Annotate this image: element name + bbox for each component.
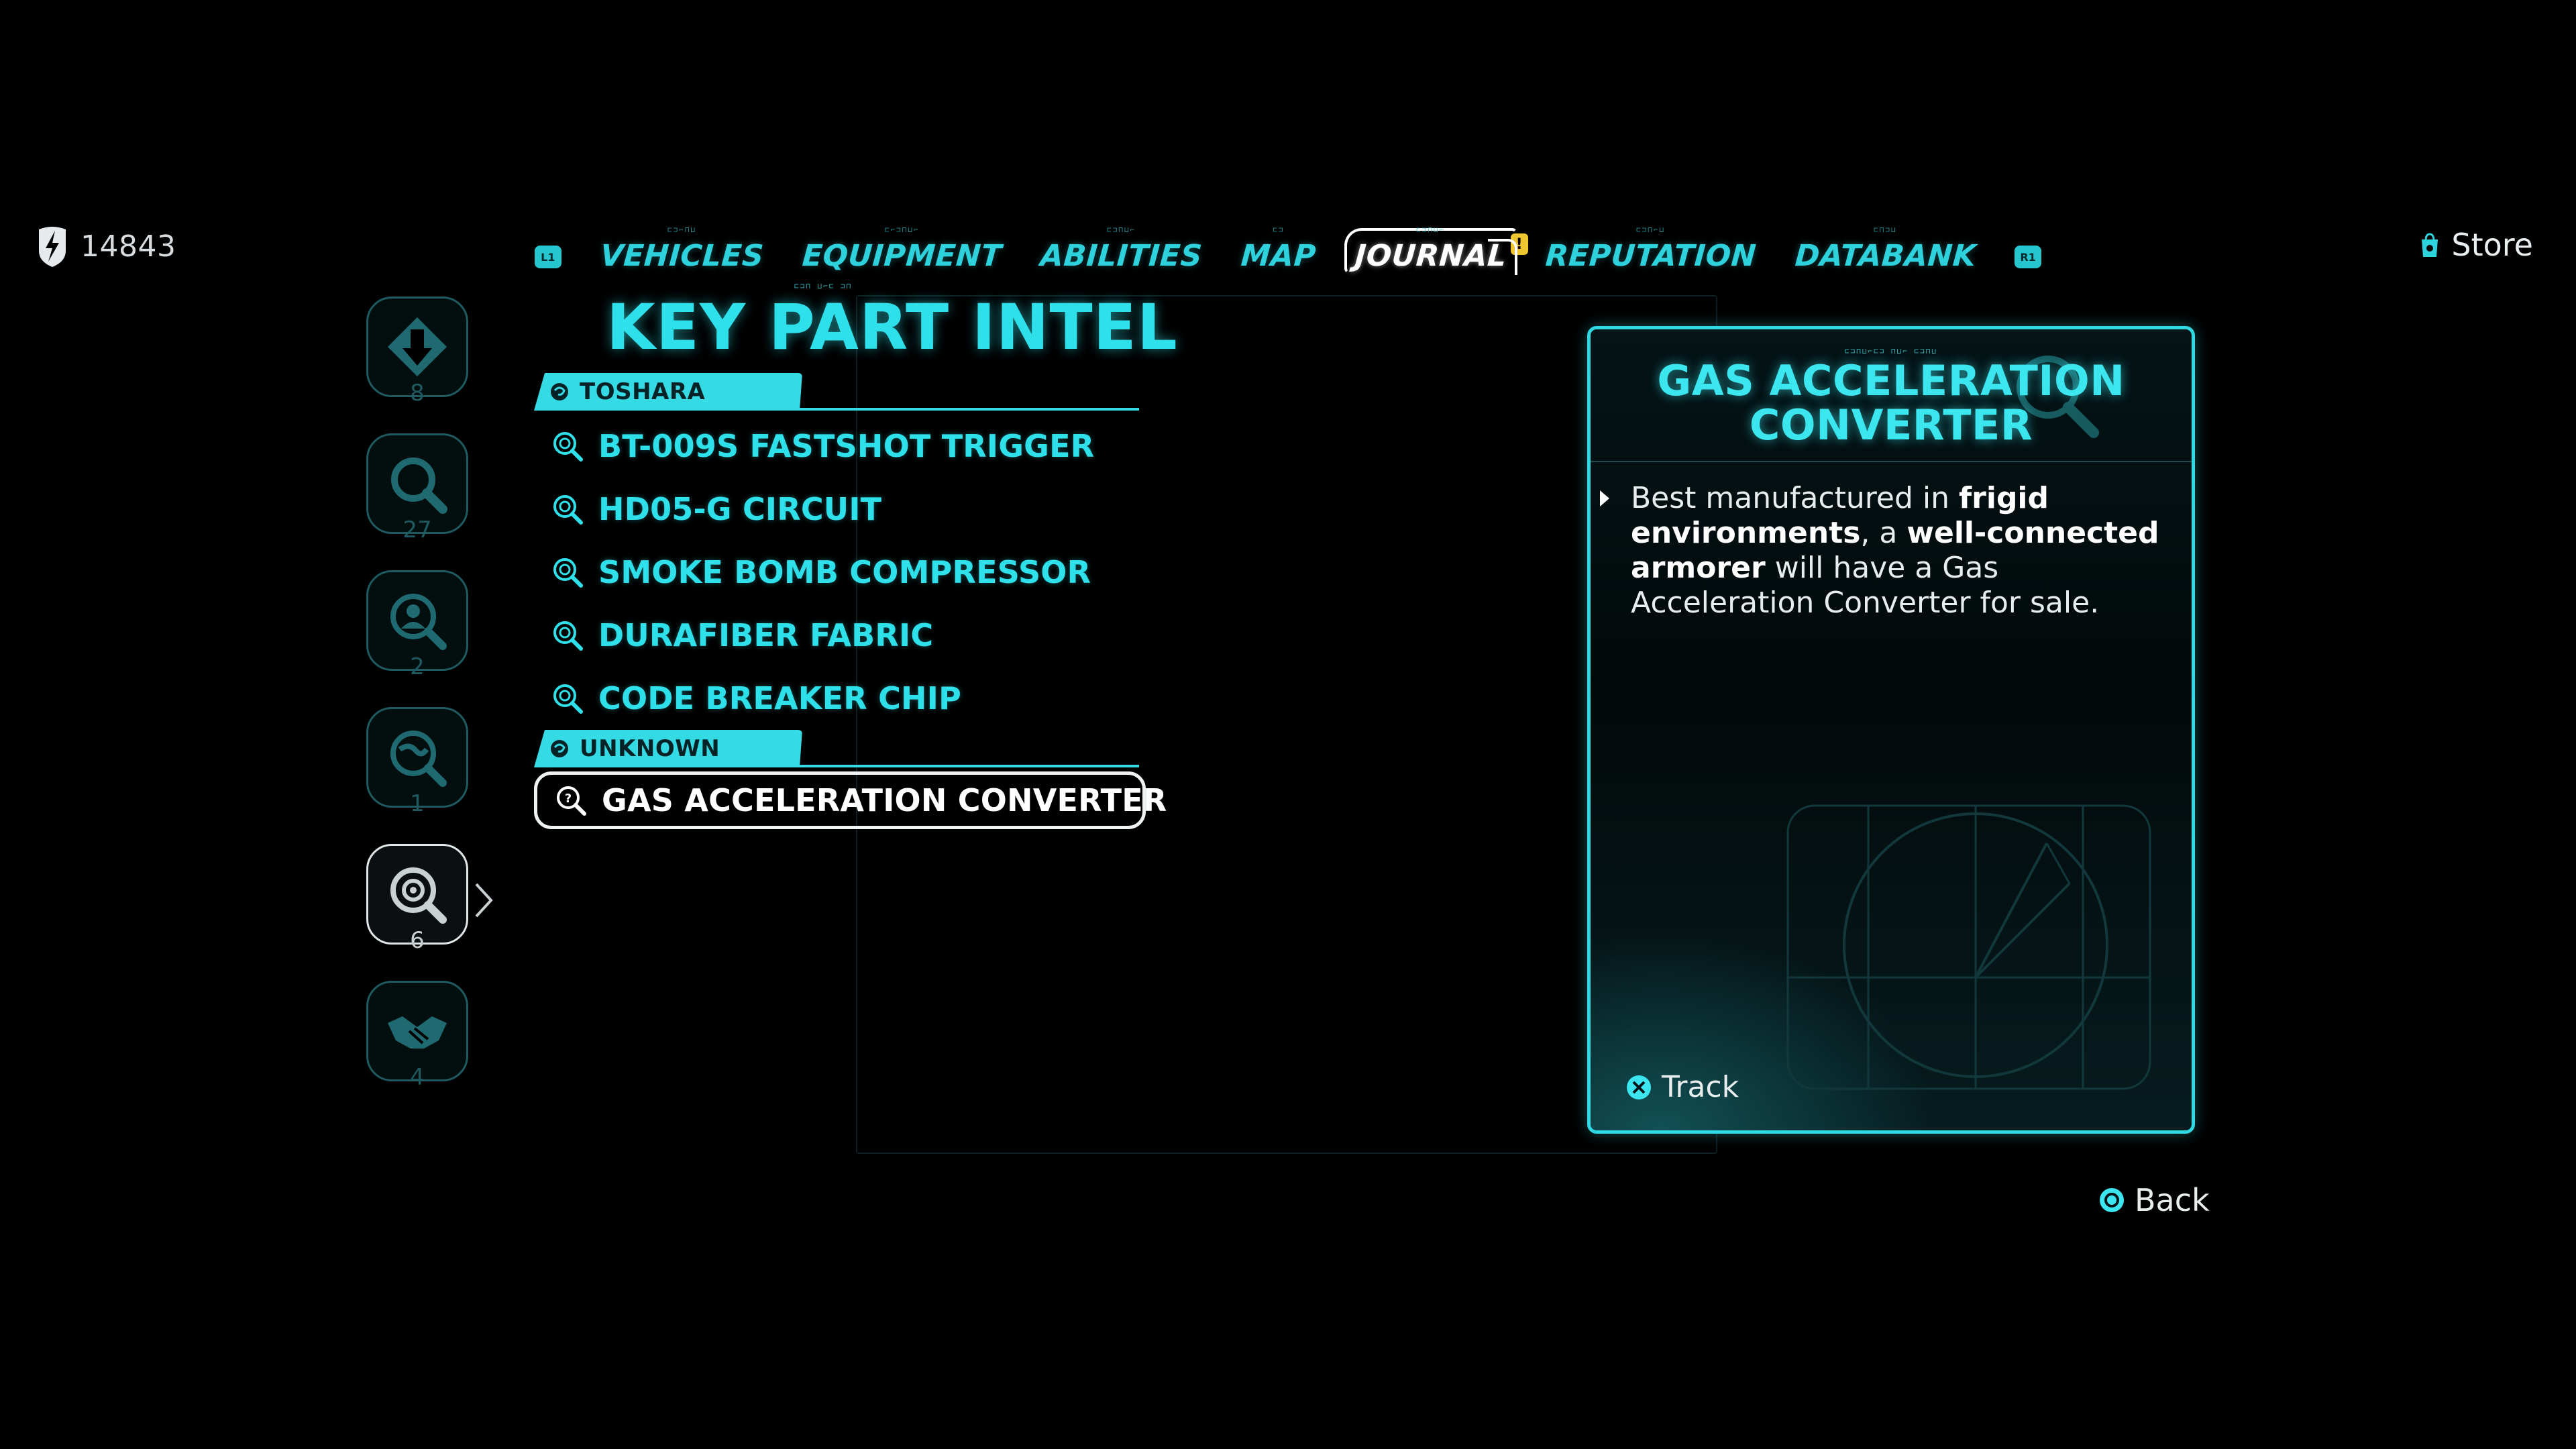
unknown-part-search-icon: ? [557, 786, 586, 816]
tab-glyph: ⊏⊐⌐⊓⊔ [667, 225, 697, 234]
rail-count: 6 [410, 927, 425, 954]
item-label: SMOKE BOMB COMPRESSOR [598, 554, 1091, 590]
tab-label: DATABANK [1793, 239, 1977, 273]
person-search-icon [390, 594, 447, 650]
group-header-unknown: UNKNOWN [534, 730, 1144, 767]
list-item[interactable]: CODE BREAKER CHIP [534, 667, 1144, 730]
rail-count: 1 [410, 790, 425, 817]
list-item[interactable]: DURAFIBER FABRIC [534, 604, 1144, 667]
tab-label: ABILITIES [1039, 239, 1204, 273]
group-label: UNKNOWN [580, 735, 720, 762]
tab-databank[interactable]: ⊏⊓⊐⊔ DATABANK [1793, 225, 1977, 275]
detail-panel: ⊏⊐⊓⊔⌐⊏⊐ ⊓⊔⌐ ⊏⊐⊓⊔ GAS ACCELERATION CONVER… [1587, 326, 2195, 1134]
rail-count: 8 [410, 380, 425, 407]
tab-label: VEHICLES [599, 239, 765, 273]
tab-glyph: ⊏⊓⊐⊔ [1874, 225, 1897, 234]
rail-item-places[interactable]: 1 [364, 704, 471, 841]
group-tab: UNKNOWN [534, 730, 802, 767]
part-search-icon [553, 432, 583, 462]
group-header-toshara: TOSHARA [534, 373, 1144, 411]
bullet-arrow-icon [1600, 490, 1609, 506]
tab-label: REPUTATION [1544, 239, 1758, 273]
planet-icon [551, 740, 568, 757]
rail-count: 4 [410, 1064, 425, 1091]
tab-label: EQUIPMENT [801, 239, 1004, 273]
detail-title-line1: GAS ACCELERATION [1657, 356, 2125, 405]
rail-item-people[interactable]: 2 [364, 568, 471, 704]
list-item[interactable]: SMOKE BOMB COMPRESSOR [534, 541, 1144, 604]
search-icon [391, 458, 447, 514]
detail-title-line2: CONVERTER [1749, 400, 2033, 449]
panel-divider [1591, 461, 2192, 462]
tab-glyph: ⊏⊐⊓⊔⌐ [1107, 225, 1136, 234]
rail-item-key-parts[interactable]: 6 [364, 841, 493, 978]
tab-reputation[interactable]: ⊏⊐⊓⌐⊔ REPUTATION [1544, 225, 1758, 275]
tab-journal[interactable]: ⊏⊐⊓⊔⌐ JOURNAL ! [1344, 225, 1528, 275]
item-label: CODE BREAKER CHIP [598, 680, 961, 716]
cross-button-icon [1627, 1075, 1651, 1099]
page-title: KEY PART INTEL [606, 291, 1178, 364]
handshake-icon [388, 1016, 447, 1049]
tab-equipment[interactable]: ⊏⌐⊐⊓⊔⌐ EQUIPMENT [801, 225, 1004, 275]
category-rail: 8 27 2 1 6 4 [364, 294, 493, 1115]
tab-label: MAP [1240, 239, 1318, 273]
detail-description: Best manufactured in frigid environments… [1600, 481, 2161, 621]
page-title-wrap: ⊏⊐⊓ ⊔⌐⊏ ⊐⊓ KEY PART INTEL [606, 282, 1177, 364]
item-label: HD05-G CIRCUIT [598, 491, 882, 527]
group-divider [796, 408, 1139, 411]
chevron-right-icon [475, 883, 493, 918]
title-glyph: ⊏⊐⊓ ⊔⌐⊏ ⊐⊓ [794, 282, 853, 290]
part-search-icon [390, 867, 447, 924]
tab-glyph: ⊏⊐⊓⌐⊔ [1636, 225, 1666, 234]
svg-text:?: ? [565, 792, 572, 806]
tab-glyph: ⊏⊐⊓⊔⌐ [1416, 225, 1446, 234]
alert-badge: ! [1510, 233, 1528, 255]
store-button[interactable]: Store [2418, 227, 2533, 263]
group-divider [796, 765, 1139, 767]
group-tab: TOSHARA [534, 373, 802, 411]
down-arrow-icon [388, 317, 447, 376]
planet-icon [551, 383, 568, 400]
rail-item-main[interactable]: 8 [364, 294, 471, 431]
store-icon [2422, 233, 2438, 257]
item-label: BT-009S FASTSHOT TRIGGER [598, 428, 1095, 464]
group-label: TOSHARA [580, 378, 706, 405]
part-search-icon [553, 558, 583, 588]
rail-item-leads[interactable]: 27 [364, 431, 471, 568]
item-label: GAS ACCELERATION CONVERTER [602, 782, 1167, 818]
tab-glyph: ⊏⌐⊐⊓⊔⌐ [884, 225, 920, 234]
desc-text: , a [1860, 516, 1907, 550]
track-label: Track [1662, 1070, 1739, 1104]
part-search-icon [553, 684, 583, 714]
radar-graphic [1786, 804, 2151, 1090]
list-item[interactable]: HD05-G CIRCUIT [534, 478, 1144, 541]
left-bumper-hint[interactable]: L1 [534, 246, 561, 268]
rail-count: 27 [402, 517, 432, 543]
intel-list: TOSHARA BT-009S FASTSHOT TRIGGER HD05-G … [534, 373, 1167, 829]
back-button[interactable]: Back [2098, 1182, 2210, 1218]
rail-item-contacts[interactable]: 4 [364, 978, 471, 1115]
detail-title: GAS ACCELERATION CONVERTER [1591, 359, 2192, 447]
part-search-icon [553, 495, 583, 525]
tab-map[interactable]: ⊏⊐ MAP [1240, 225, 1318, 275]
right-bumper-hint[interactable]: R1 [2015, 246, 2042, 268]
rail-count: 2 [410, 653, 425, 680]
list-item[interactable]: BT-009S FASTSHOT TRIGGER [534, 415, 1144, 478]
store-label: Store [2451, 227, 2533, 263]
top-navigation: L1 ⊏⊐⌐⊓⊔ VEHICLES ⊏⌐⊐⊓⊔⌐ EQUIPMENT ⊏⊐⊓⊔⌐… [0, 201, 2576, 275]
track-button[interactable]: Track [1625, 1070, 1739, 1104]
tab-label: JOURNAL [1354, 239, 1508, 273]
back-label: Back [2135, 1182, 2210, 1218]
tab-abilities[interactable]: ⊏⊐⊓⊔⌐ ABILITIES [1039, 225, 1204, 275]
globe-search-icon [390, 731, 447, 787]
part-search-icon [553, 621, 583, 651]
circle-button-icon [2100, 1188, 2124, 1212]
desc-text: Best manufactured in [1631, 481, 1960, 515]
list-item-selected[interactable]: ? GAS ACCELERATION CONVERTER [534, 771, 1167, 829]
tab-glyph: ⊏⊐ [1273, 225, 1285, 234]
item-label: DURAFIBER FABRIC [598, 617, 934, 653]
tab-vehicles[interactable]: ⊏⊐⌐⊓⊔ VEHICLES [599, 225, 765, 275]
